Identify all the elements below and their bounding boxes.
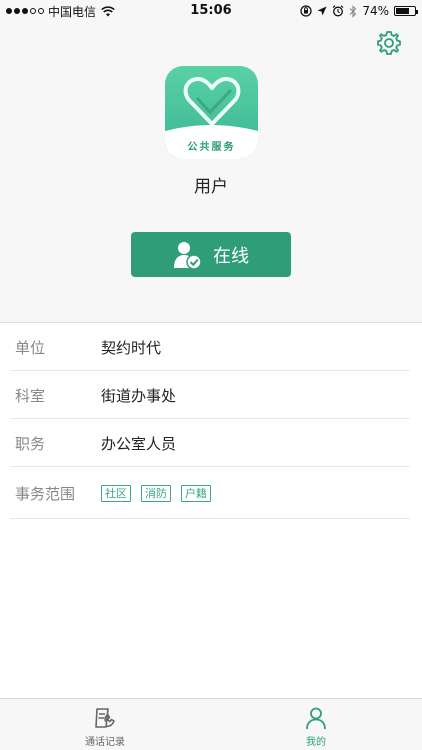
user-check-icon: [174, 241, 202, 270]
orientation-lock-icon: [300, 5, 312, 17]
online-status-label: 在线: [213, 245, 249, 267]
status-bar-right: 74%: [300, 3, 418, 19]
tab-call-log[interactable]: 通话记录: [55, 699, 155, 750]
gear-icon[interactable]: [376, 30, 402, 56]
profile-header: 公共服务 用户 在线: [0, 22, 422, 322]
status-bar: 中国电信 15:06 74%: [0, 0, 422, 22]
logo-banner: 公共服务: [165, 125, 258, 159]
location-arrow-icon: [317, 6, 327, 16]
info-row-scope: 事务范围 社区 消防 户籍: [0, 467, 422, 519]
logo-text: 公共服务: [187, 142, 236, 153]
info-value: 办公室人员: [101, 434, 177, 453]
info-value: 契约时代: [101, 338, 162, 357]
alarm-icon: [332, 5, 344, 17]
battery-percent: 74%: [362, 4, 389, 18]
user-name: 用户: [194, 177, 228, 197]
info-row-department: 科室 街道办事处: [0, 371, 422, 419]
info-label: 科室: [15, 386, 46, 405]
tab-mine[interactable]: 我的: [266, 699, 366, 750]
scope-tag: 社区: [101, 484, 131, 502]
app-logo: 公共服务: [165, 66, 258, 159]
scope-tag: 户籍: [181, 484, 211, 502]
info-value: 街道办事处: [101, 386, 177, 405]
tab-bar: 通话记录 我的: [0, 698, 422, 750]
info-label: 职务: [15, 434, 46, 453]
battery-icon: [394, 6, 418, 16]
battery-level-fill: [396, 8, 410, 14]
bluetooth-icon: [349, 4, 357, 18]
info-row-position: 职务 办公室人员: [0, 419, 422, 467]
info-label: 单位: [15, 338, 46, 357]
user-icon: [306, 707, 326, 730]
online-status-button[interactable]: 在线: [131, 232, 291, 277]
tab-label: 我的: [306, 737, 326, 748]
info-row-unit: 单位 契约时代: [0, 323, 422, 371]
info-list: 单位 契约时代 科室 街道办事处 职务 办公室人员 事务范围 社区 消防 户籍: [0, 323, 422, 519]
call-log-icon: [95, 708, 115, 728]
app-screen: 中国电信 15:06 74% 公共服务 用户 在线 单位 契约时代 科室 街道办…: [0, 0, 422, 750]
scope-tag: 消防: [141, 484, 171, 502]
tab-label: 通话记录: [85, 737, 125, 748]
info-label: 事务范围: [15, 484, 76, 503]
scope-tags: 社区 消防 户籍: [101, 484, 211, 502]
